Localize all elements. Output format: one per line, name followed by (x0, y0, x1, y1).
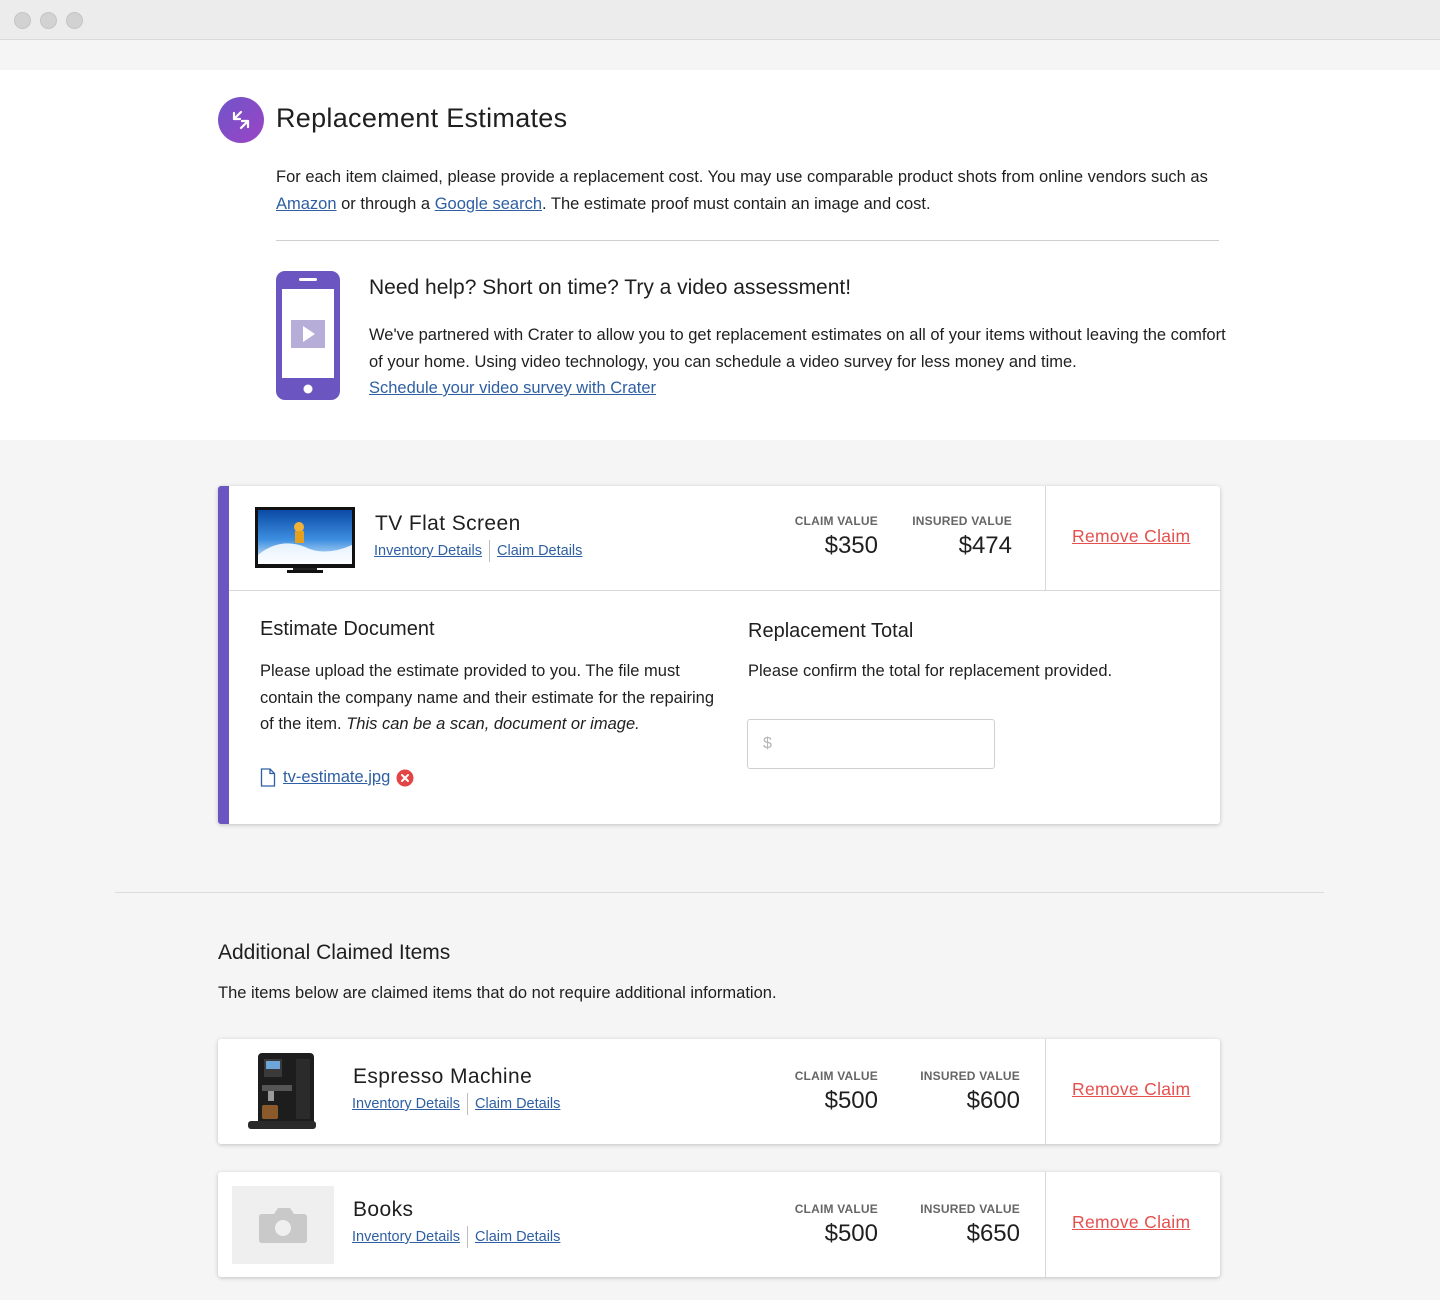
item-links: Inventory Details Claim Details (352, 1093, 560, 1115)
item-links: Inventory Details Claim Details (374, 540, 582, 562)
intro-text-start: For each item claimed, please provide a … (276, 168, 1208, 186)
link-separator (467, 1093, 468, 1115)
uploaded-file: tv-estimate.jpg (260, 768, 414, 787)
estimate-document-title: Estimate Document (260, 618, 435, 640)
google-search-link[interactable]: Google search (435, 195, 542, 213)
claim-value-label: CLAIM VALUE (794, 1202, 878, 1216)
remove-claim-button[interactable]: Remove Claim (1072, 1079, 1190, 1100)
claim-value-label: CLAIM VALUE (794, 1069, 878, 1083)
insured-value: $474 (958, 532, 1012, 559)
item-name: Books (353, 1198, 414, 1221)
help-description: We've partnered with Crater to allow you… (369, 326, 1226, 371)
estimate-file-types: This can be a scan, document or image. (346, 715, 640, 733)
window-close-dot[interactable] (14, 12, 31, 29)
additional-items-text: The items below are claimed items that d… (218, 984, 777, 1002)
camera-placeholder-icon (232, 1186, 334, 1264)
card-divider-horizontal (229, 590, 1220, 591)
swap-arrows-icon (218, 97, 264, 143)
insured-value-label: INSURED VALUE (912, 514, 1012, 528)
espresso-thumbnail (244, 1049, 320, 1138)
insured-value-label: INSURED VALUE (920, 1202, 1020, 1216)
replacement-total-text: Please confirm the total for replacement… (748, 662, 1113, 680)
intro-text-middle: or through a (336, 194, 435, 213)
phone-video-icon (275, 270, 341, 407)
claim-value: $350 (824, 532, 878, 559)
section-divider (115, 892, 1324, 893)
claim-value-label: CLAIM VALUE (794, 514, 878, 528)
card-divider (1045, 1039, 1046, 1144)
remove-file-icon[interactable] (396, 769, 414, 787)
schedule-video-survey-link[interactable]: Schedule your video survey with Crater (369, 379, 656, 397)
inventory-details-link[interactable]: Inventory Details (374, 543, 482, 559)
tv-thumbnail (255, 507, 355, 578)
help-title: Need help? Short on time? Try a video as… (369, 276, 852, 299)
card-divider (1045, 1172, 1046, 1277)
inventory-details-link[interactable]: Inventory Details (352, 1096, 460, 1112)
claim-card-espresso: Espresso Machine Inventory Details Claim… (218, 1039, 1220, 1144)
window-minimize-dot[interactable] (40, 12, 57, 29)
claim-details-link[interactable]: Claim Details (475, 1229, 560, 1245)
item-links: Inventory Details Claim Details (352, 1226, 560, 1248)
intro-text: For each item claimed, please provide a … (276, 164, 1226, 217)
claim-value: $500 (824, 1220, 878, 1247)
file-icon (260, 768, 276, 787)
replacement-total-input[interactable] (747, 719, 995, 769)
divider (276, 240, 1219, 241)
claim-card-books: Books Inventory Details Claim Details CL… (218, 1172, 1220, 1277)
link-separator (467, 1226, 468, 1248)
claim-value: $500 (824, 1087, 878, 1114)
insured-value: $650 (966, 1220, 1020, 1247)
claim-card-tv: TV Flat Screen Inventory Details Claim D… (218, 486, 1220, 824)
card-divider (1045, 486, 1046, 590)
additional-items-title: Additional Claimed Items (218, 941, 451, 964)
insured-value: $600 (966, 1087, 1020, 1114)
estimate-document-text: Please upload the estimate provided to y… (260, 658, 720, 738)
intro-text-end: . The estimate proof must contain an ima… (542, 194, 931, 213)
remove-claim-button[interactable]: Remove Claim (1072, 526, 1190, 547)
link-separator (489, 540, 490, 562)
help-text: We've partnered with Crater to allow you… (369, 322, 1229, 402)
page-title: Replacement Estimates (276, 103, 568, 133)
window-maximize-dot[interactable] (66, 12, 83, 29)
remove-claim-button[interactable]: Remove Claim (1072, 1212, 1190, 1233)
item-name: Espresso Machine (353, 1065, 533, 1088)
card-accent-bar (218, 486, 229, 824)
claim-details-link[interactable]: Claim Details (497, 543, 582, 559)
amazon-link[interactable]: Amazon (276, 195, 337, 213)
window-titlebar (0, 0, 1440, 40)
uploaded-file-link[interactable]: tv-estimate.jpg (283, 768, 390, 787)
claim-details-link[interactable]: Claim Details (475, 1096, 560, 1112)
insured-value-label: INSURED VALUE (920, 1069, 1020, 1083)
inventory-details-link[interactable]: Inventory Details (352, 1229, 460, 1245)
item-name: TV Flat Screen (375, 512, 521, 535)
replacement-total-title: Replacement Total (748, 620, 914, 642)
